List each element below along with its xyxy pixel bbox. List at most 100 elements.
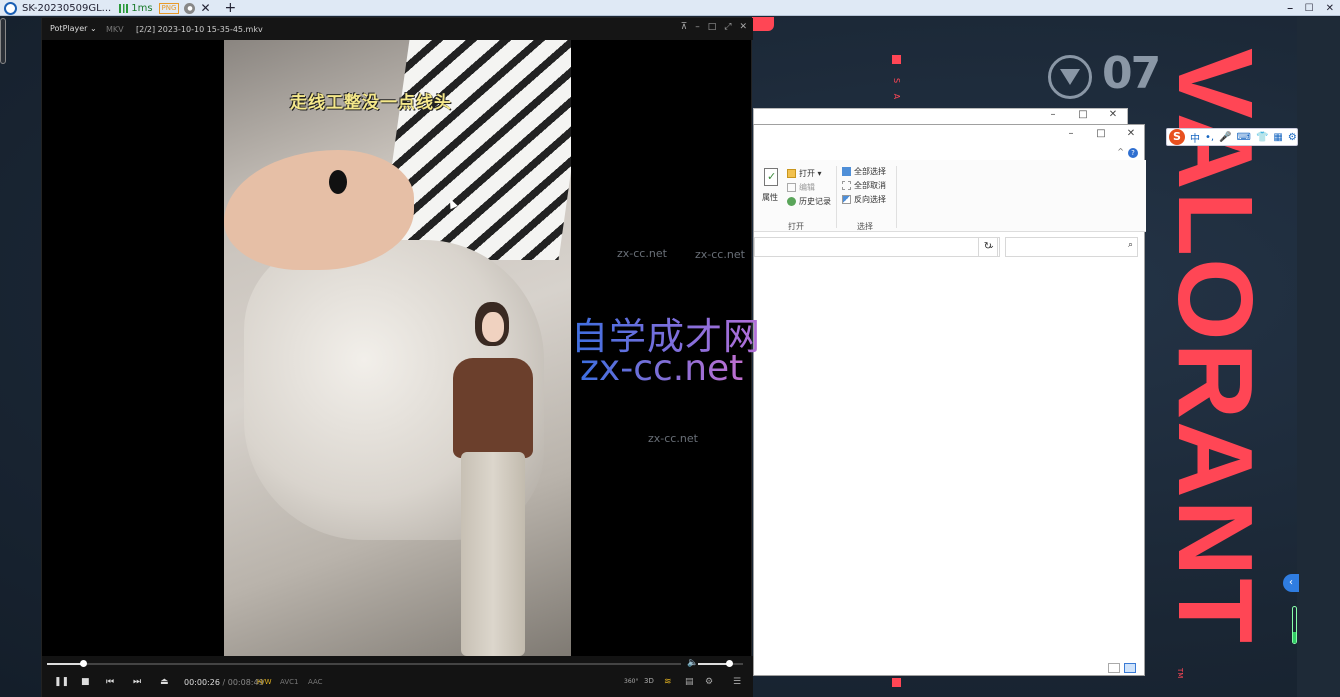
player-titlebar[interactable]: PotPlayer ⌄ MKV [2/2] 2023-10-10 15-35-4… <box>42 18 753 40</box>
select-all-icon <box>842 167 851 176</box>
audio-codec-tag[interactable]: AAC <box>308 678 323 686</box>
details-view-icon[interactable] <box>1108 663 1120 673</box>
explorer-minimize-button[interactable]: – <box>1056 128 1086 139</box>
address-bar[interactable]: ⌄ <box>754 237 1000 257</box>
open-label: 打开 ▾ <box>799 169 822 178</box>
maximize-button[interactable]: ☐ <box>1305 3 1314 14</box>
menu-icon[interactable]: ☰ <box>733 677 741 687</box>
next-button[interactable]: ⏭ <box>133 677 141 687</box>
history-icon <box>787 197 796 206</box>
seek-bar[interactable] <box>47 660 681 667</box>
side-slider-fill <box>1293 632 1296 643</box>
select-all-button[interactable]: 全部选择 <box>842 166 886 177</box>
open-button[interactable]: 打开 ▾ <box>787 168 822 179</box>
close-window-button[interactable]: ✕ <box>1326 3 1334 14</box>
ribbon-separator <box>836 166 837 228</box>
red-square-marker <box>892 55 901 64</box>
explorer-window[interactable]: – □ ✕ ^ ? 属性 打开 ▾ 编辑 历史记录 打开 全部选择 全部取消 <box>753 124 1146 676</box>
valorant-badge-icon <box>1048 55 1092 99</box>
ime-skin-icon[interactable]: 👕 <box>1256 132 1268 143</box>
ribbon-collapse-icon[interactable]: ^ <box>1117 147 1124 156</box>
properties-button[interactable]: 属性 <box>762 192 778 203</box>
video-codec-tag[interactable]: AVC1 <box>280 678 298 686</box>
help-icon[interactable]: ? <box>1128 148 1138 158</box>
signal-bars-icon <box>119 3 129 13</box>
hand <box>224 150 414 270</box>
refresh-button[interactable]: ↻ <box>978 237 998 257</box>
properties-icon[interactable] <box>764 168 778 186</box>
close-tab-button[interactable]: ✕ <box>200 1 210 15</box>
presenter-face <box>482 312 504 342</box>
group-open-label: 打开 <box>788 222 804 231</box>
user-avatar-icon[interactable] <box>4 1 17 15</box>
player-settings-icon[interactable]: ⚙ <box>705 677 713 687</box>
history-label: 历史记录 <box>799 197 831 206</box>
volume-level <box>698 663 729 665</box>
current-time: 00:00:26 <box>184 678 220 687</box>
playlist-search-icon[interactable]: ≋ <box>664 677 672 687</box>
edit-icon <box>787 183 796 192</box>
player-menu-button[interactable]: PotPlayer ⌄ <box>50 24 97 33</box>
search-icon[interactable]: ⌕ <box>1128 240 1133 250</box>
minimize-button[interactable]: ⎯ <box>1288 3 1293 14</box>
select-none-button[interactable]: 全部取消 <box>842 180 886 191</box>
invert-selection-button[interactable]: 反向选择 <box>842 194 886 205</box>
session-name[interactable]: SK-20230509GL... <box>22 3 111 14</box>
volume-handle[interactable] <box>725 660 733 667</box>
view-toggle <box>1108 663 1136 673</box>
tiles-view-icon[interactable] <box>1124 663 1136 673</box>
back-minimize-button[interactable]: – <box>1038 109 1068 120</box>
previous-button[interactable]: ⏮ <box>106 677 114 687</box>
volume-icon[interactable]: 🔈 <box>687 658 698 668</box>
player-maximize-button[interactable]: □ <box>708 22 717 32</box>
edit-label: 编辑 <box>799 183 815 192</box>
new-tab-button[interactable]: + <box>225 0 237 16</box>
explorer-maximize-button[interactable]: □ <box>1086 128 1116 139</box>
video-frame[interactable]: 走线工整没一点线头 <box>224 40 571 656</box>
vr360-button[interactable]: 360° <box>624 678 638 685</box>
seek-handle[interactable] <box>79 660 87 667</box>
video-caption: 走线工整没一点线头 <box>290 93 452 113</box>
sogou-logo-icon[interactable]: S <box>1169 129 1185 145</box>
hw-decode-tag[interactable]: H/W <box>257 678 272 686</box>
chapter-icon[interactable]: ▤ <box>685 677 694 687</box>
right-side-strip <box>1297 17 1340 697</box>
player-minimize-button[interactable]: – <box>695 22 700 32</box>
ime-punctuation-icon[interactable]: •, <box>1205 132 1214 143</box>
ime-toolbox-icon[interactable]: ▦ <box>1273 132 1282 143</box>
ribbon-separator <box>896 166 897 228</box>
invert-selection-icon <box>842 195 851 204</box>
history-button[interactable]: 历史记录 <box>787 196 831 207</box>
fingernail <box>329 170 347 194</box>
explorer-close-button[interactable]: ✕ <box>1116 128 1146 139</box>
ribbon: 属性 打开 ▾ 编辑 历史记录 打开 全部选择 全部取消 反向选择 选择 <box>754 160 1146 232</box>
pin-icon[interactable]: ⊼ <box>681 22 688 32</box>
stop-button[interactable]: ■ <box>81 677 90 687</box>
media-filename: [2/2] 2023-10-10 15-35-45.mkv <box>136 25 263 34</box>
edit-button[interactable]: 编辑 <box>787 182 815 193</box>
ime-voice-icon[interactable]: 🎤 <box>1219 132 1231 143</box>
ime-toolbar: S 中 •, 🎤 ⌨ 👕 ▦ ⚙ <box>1166 128 1298 146</box>
ime-keyboard-icon[interactable]: ⌨ <box>1237 132 1251 143</box>
ime-settings-icon[interactable]: ⚙ <box>1288 132 1297 143</box>
presenter-overlay <box>433 302 571 656</box>
3d-button[interactable]: 3D <box>644 677 654 685</box>
remote-session-bar: SK-20230509GL... 1ms PNG ● ✕ + ⎯ ☐ ✕ <box>0 0 1340 16</box>
back-close-button[interactable]: ✕ <box>1098 109 1128 120</box>
red-square-marker-bottom <box>892 678 901 687</box>
volume-slider[interactable] <box>698 660 743 667</box>
sidebar-collapse-button[interactable]: ‹ <box>1283 574 1299 592</box>
player-fullscreen-button[interactable]: ⤢ <box>724 22 731 32</box>
search-input[interactable]: ⌕ <box>1005 237 1138 257</box>
watermark-small: zx-cc.net <box>695 248 745 261</box>
side-letters: S A <box>892 78 901 104</box>
image-mode-chip[interactable]: PNG <box>158 2 180 14</box>
ime-language-toggle[interactable]: 中 <box>1190 130 1200 145</box>
group-select-label: 选择 <box>857 222 873 231</box>
eject-button[interactable]: ⏏ <box>160 677 169 687</box>
pause-button[interactable]: ❚❚ <box>54 677 69 687</box>
player-close-button[interactable]: ✕ <box>739 22 747 32</box>
left-edge-handle[interactable] <box>0 18 6 64</box>
back-maximize-button[interactable]: □ <box>1068 109 1098 120</box>
settings-badge-icon[interactable]: ● <box>184 2 196 14</box>
